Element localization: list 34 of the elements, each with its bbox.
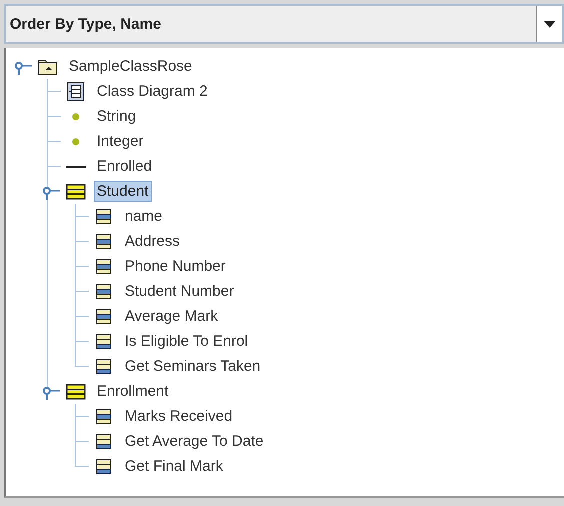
operation-icon (94, 432, 114, 452)
tree-item[interactable]: Marks Received (122, 406, 236, 427)
tree-item[interactable]: Average Mark (122, 306, 222, 327)
diagram-icon (66, 82, 86, 102)
class-icon (66, 182, 86, 202)
tree-item[interactable]: Get Final Mark (122, 456, 226, 477)
tree-item[interactable]: Get Seminars Taken (122, 356, 264, 377)
tree-item[interactable]: Is Eligible To Enrol (122, 331, 252, 352)
tree-item[interactable]: name (122, 206, 166, 227)
attribute-icon (94, 232, 114, 252)
tree-item[interactable]: Address (122, 231, 184, 252)
tree-item[interactable]: Get Average To Date (122, 431, 267, 452)
attribute-icon (94, 206, 114, 226)
tree-item[interactable]: String (94, 106, 140, 127)
order-dropdown[interactable]: Order By Type, Name (4, 4, 564, 44)
tree-item[interactable]: Student Number (122, 281, 238, 302)
tree-item[interactable]: Enrollment (94, 381, 172, 402)
operation-icon (94, 356, 114, 376)
tree-item[interactable]: Integer (94, 131, 147, 152)
attribute-icon (94, 306, 114, 326)
tree-item[interactable]: Class Diagram 2 (94, 81, 211, 102)
tree-item[interactable]: Phone Number (122, 256, 229, 277)
dropdown-button[interactable] (536, 6, 562, 42)
attribute-icon (94, 256, 114, 276)
caret-icon (544, 20, 556, 28)
tree-item[interactable]: Student (94, 181, 152, 202)
dropdown-value: Order By Type, Name (9, 14, 162, 34)
operation-icon (94, 456, 114, 476)
tree-item[interactable]: Enrolled (94, 156, 156, 177)
tree-item[interactable]: SampleClassRose (66, 56, 196, 77)
class-icon (66, 382, 86, 402)
attribute-icon (94, 406, 114, 426)
operation-icon (94, 332, 114, 352)
attribute-icon (94, 282, 114, 302)
